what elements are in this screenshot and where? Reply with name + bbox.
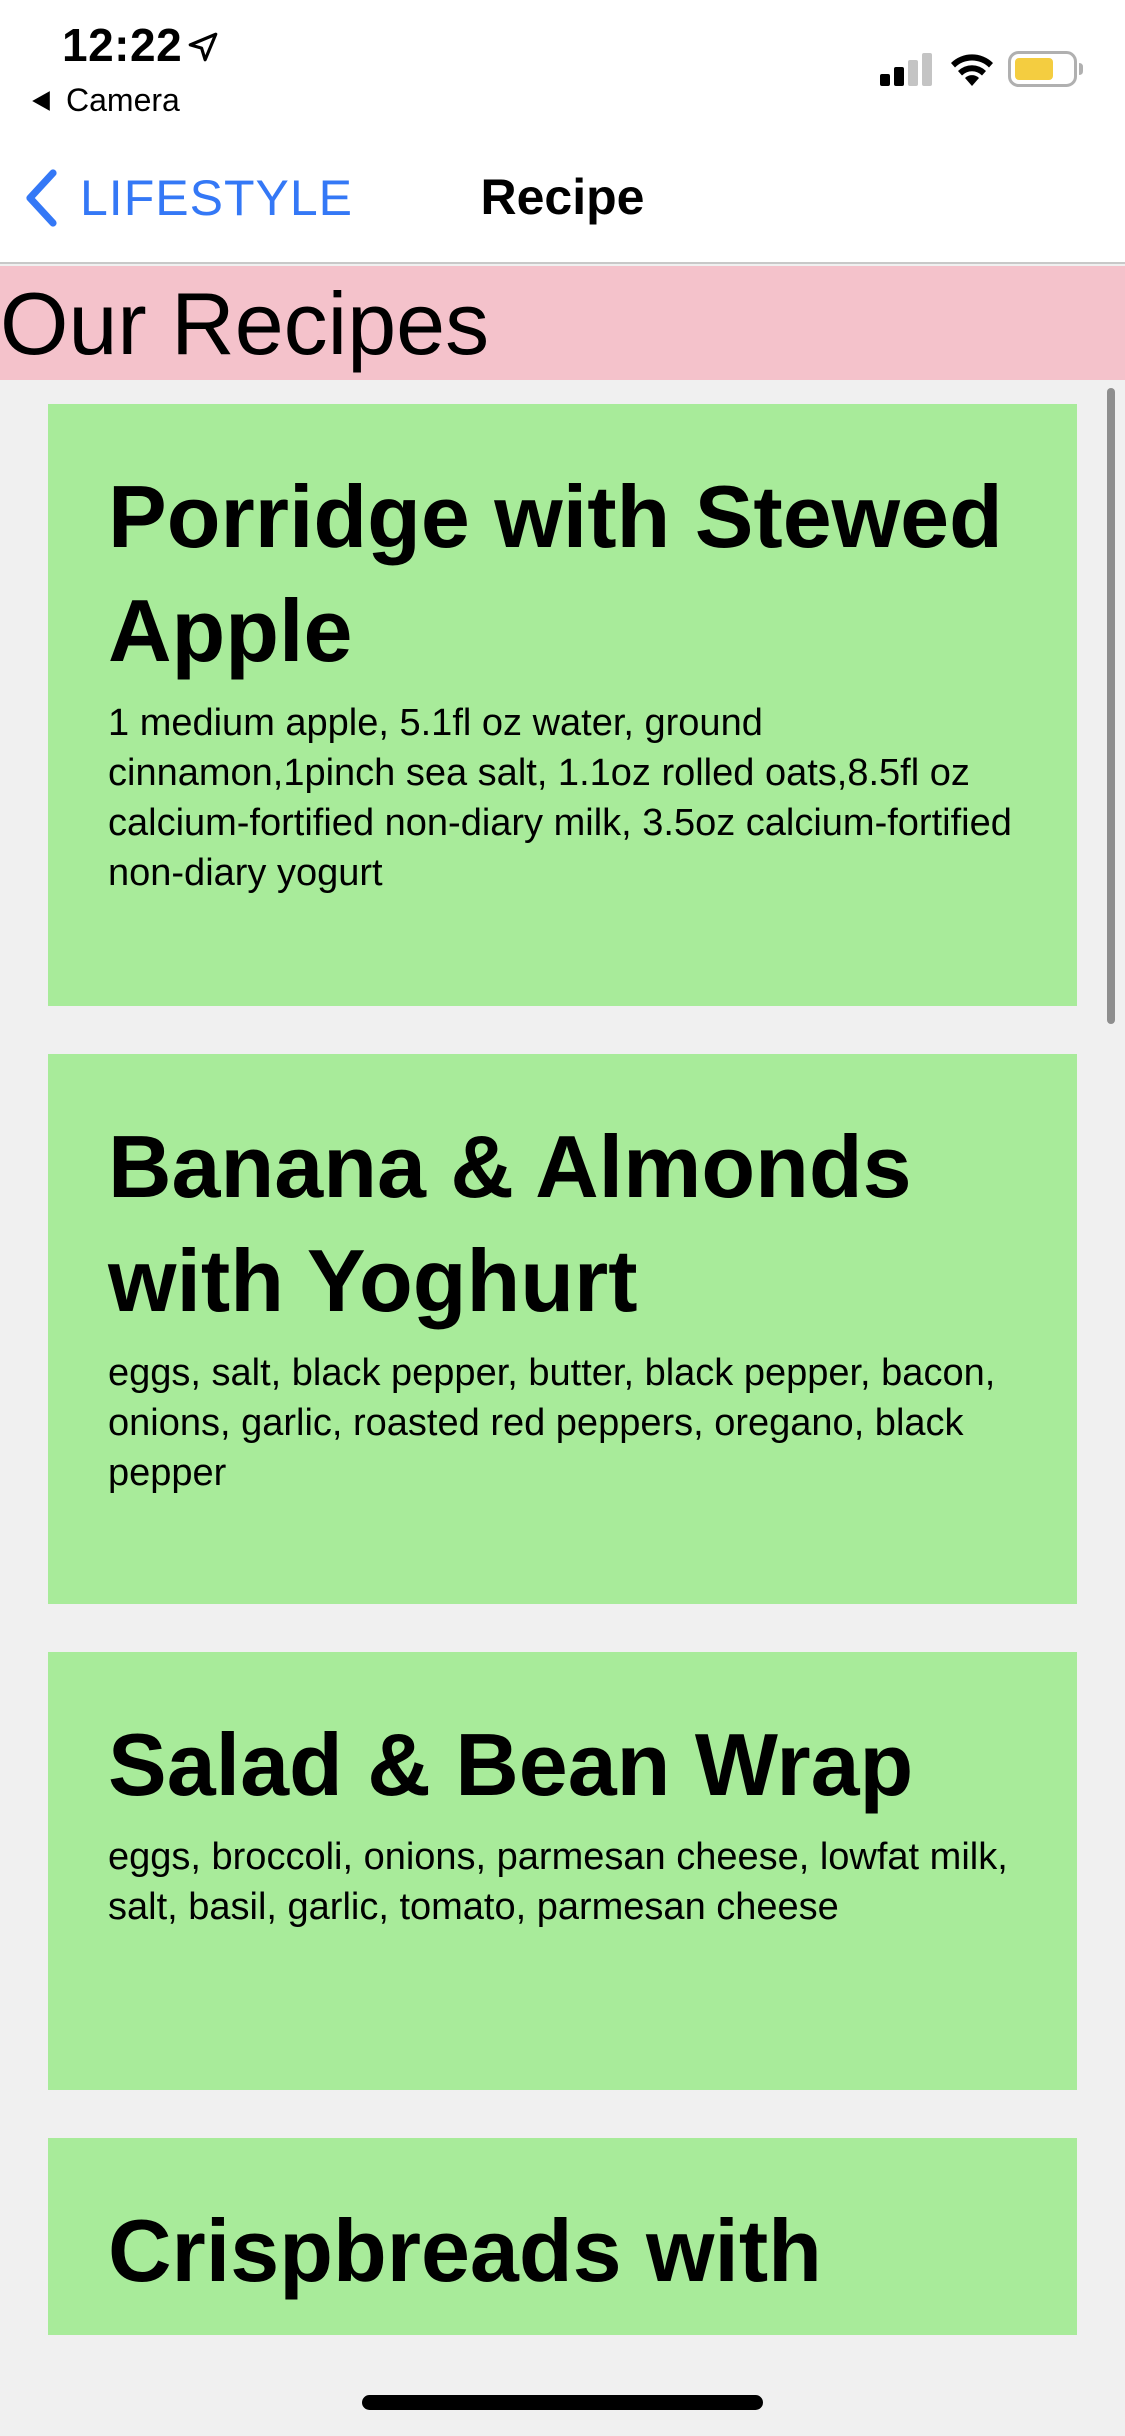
- recipe-list[interactable]: Porridge with Stewed Apple 1 medium appl…: [0, 380, 1125, 2335]
- home-area: [0, 2335, 1125, 2436]
- back-to-camera-link[interactable]: Camera: [30, 82, 180, 119]
- recipe-ingredients: eggs, salt, black pepper, butter, black …: [108, 1352, 996, 1494]
- cellular-signal-icon: [880, 53, 932, 86]
- back-app-label: Camera: [66, 82, 180, 118]
- scrollbar[interactable]: [1107, 388, 1115, 1024]
- back-triangle-icon: [32, 90, 50, 111]
- recipe-name: Banana & Almonds with Yoghurt: [108, 1117, 912, 1330]
- navigation-bar: LIFESTYLE Recipe: [0, 132, 1125, 264]
- recipe-card[interactable]: Crispbreads with: [48, 2138, 1077, 2335]
- recipe-ingredients: eggs, broccoli, onions, parmesan cheese,…: [108, 1836, 1008, 1928]
- battery-icon: [1008, 51, 1083, 87]
- section-title: Our Recipes: [0, 274, 490, 373]
- recipe-name: Porridge with Stewed Apple: [108, 467, 1003, 680]
- recipe-card[interactable]: Salad & Bean Wrap eggs, broccoli, onions…: [48, 1652, 1077, 2090]
- status-time: 12:22: [62, 19, 183, 71]
- status-bar: 12:22 Camera: [0, 0, 1125, 132]
- recipe-name: Crispbreads with: [108, 2201, 822, 2300]
- location-arrow-icon: [188, 32, 218, 62]
- recipe-card[interactable]: Porridge with Stewed Apple 1 medium appl…: [48, 404, 1077, 1006]
- section-header: Our Recipes: [0, 266, 1125, 380]
- wifi-icon: [951, 54, 993, 86]
- home-indicator[interactable]: [362, 2395, 763, 2410]
- page-title: Recipe: [480, 169, 645, 225]
- recipe-ingredients: 1 medium apple, 5.1fl oz water, ground c…: [108, 702, 1012, 894]
- recipe-card[interactable]: Banana & Almonds with Yoghurt eggs, salt…: [48, 1054, 1077, 1604]
- recipe-name: Salad & Bean Wrap: [108, 1715, 914, 1814]
